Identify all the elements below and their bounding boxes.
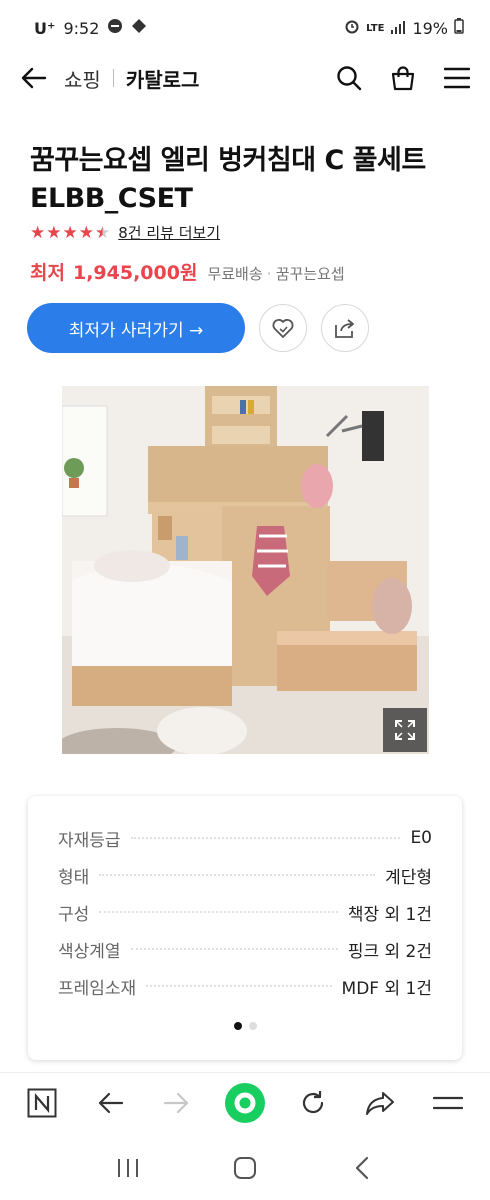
battery-label: 19% bbox=[412, 18, 448, 38]
spec-value: MDF 외 1건 bbox=[341, 978, 432, 999]
arrow-left-icon bbox=[98, 1092, 123, 1113]
heart-icon bbox=[272, 319, 294, 338]
pager-dot[interactable] bbox=[248, 1022, 257, 1030]
nav-shopping-link[interactable]: 쇼핑 bbox=[64, 64, 101, 93]
green-dot-icon bbox=[224, 1082, 265, 1123]
dotted-leader bbox=[99, 911, 338, 913]
nav-divider bbox=[112, 69, 114, 87]
spec-label: 자재등급 bbox=[58, 830, 121, 851]
product-title-line-2: ELBB_CSET bbox=[30, 183, 193, 214]
spec-value: 핑크 외 2건 bbox=[347, 941, 432, 962]
star-icon: ★ bbox=[30, 222, 46, 243]
alarm-icon bbox=[344, 18, 360, 38]
share-button[interactable] bbox=[321, 304, 369, 352]
green-dot-button[interactable] bbox=[223, 1081, 267, 1125]
rating-row: ★ ★ ★ ★ ★ 8건 리뷰 더보기 bbox=[30, 222, 220, 243]
star-icon: ★ bbox=[62, 222, 78, 243]
spec-value: E0 bbox=[410, 828, 432, 848]
messenger-icon bbox=[131, 18, 147, 38]
spec-pager bbox=[28, 1022, 462, 1030]
price-row: 최저 1,945,000원 무료배송 · 꿈꾸는요셉 bbox=[30, 258, 345, 285]
star-icon: ★ bbox=[46, 222, 62, 243]
wishlist-button[interactable] bbox=[259, 304, 307, 352]
battery-icon bbox=[454, 18, 464, 38]
product-title-line-1: 꿈꾸는요셉 엘리 벙커침대 C 풀세트 bbox=[30, 145, 426, 176]
seller-name: 꿈꾸는요셉 bbox=[275, 265, 345, 283]
fullscreen-button[interactable] bbox=[383, 708, 427, 752]
browser-share-button[interactable] bbox=[358, 1081, 402, 1125]
share-icon bbox=[335, 319, 354, 338]
lowest-price-label: 최저 bbox=[30, 262, 65, 284]
double-bar-menu-icon bbox=[433, 1096, 464, 1109]
browser-back-button[interactable] bbox=[88, 1081, 132, 1125]
top-nav: 쇼핑 카탈로그 bbox=[0, 56, 490, 100]
spec-label: 색상계열 bbox=[58, 941, 121, 962]
buy-lowest-price-button[interactable]: 최저가 사러가기 → bbox=[27, 303, 245, 353]
back-arrow-icon bbox=[21, 67, 47, 89]
star-icon: ★ bbox=[78, 222, 94, 243]
chevron-left-icon bbox=[355, 1156, 368, 1180]
half-star-icon: ★ bbox=[95, 222, 111, 243]
system-back-button[interactable] bbox=[340, 1146, 384, 1190]
network-label: LTE bbox=[366, 22, 385, 34]
spec-value: 책장 외 1건 bbox=[347, 904, 432, 925]
clock: 9:52 bbox=[63, 18, 100, 38]
cart-button[interactable] bbox=[386, 61, 420, 95]
search-icon bbox=[337, 66, 362, 91]
spec-label: 구성 bbox=[58, 904, 90, 925]
recent-apps-icon bbox=[118, 1159, 139, 1177]
spec-label: 형태 bbox=[58, 867, 90, 888]
refresh-icon bbox=[302, 1090, 323, 1113]
expand-icon bbox=[395, 720, 415, 740]
spec-row: 색상계열 핑크 외 2건 bbox=[58, 937, 432, 962]
dotted-leader bbox=[99, 874, 376, 876]
shipping-info: 무료배송 bbox=[207, 265, 263, 283]
star-rating: ★ ★ ★ ★ ★ bbox=[30, 223, 110, 243]
home-icon bbox=[233, 1157, 256, 1179]
carrier-label: U⁺ bbox=[34, 18, 56, 38]
shopping-bag-icon bbox=[391, 66, 415, 91]
share-arrow-icon bbox=[366, 1091, 395, 1115]
spec-label: 프레임소재 bbox=[58, 978, 137, 999]
review-more-link[interactable]: 8건 리뷰 더보기 bbox=[118, 222, 220, 243]
status-bar: U⁺ 9:52 LTE 19% bbox=[0, 0, 490, 56]
naver-home-button[interactable] bbox=[20, 1081, 64, 1125]
pager-dot-active[interactable] bbox=[233, 1022, 242, 1030]
home-button[interactable] bbox=[223, 1146, 267, 1190]
browser-menu-button[interactable] bbox=[426, 1081, 470, 1125]
signal-icon bbox=[390, 19, 406, 38]
spec-row: 형태 계단형 bbox=[58, 863, 432, 888]
product-image[interactable] bbox=[62, 386, 429, 754]
hamburger-menu-icon bbox=[444, 67, 470, 89]
spec-card: 자재등급 E0 형태 계단형 구성 책장 외 1건 색상계열 핑크 외 2건 프… bbox=[28, 796, 462, 1060]
meta-separator: · bbox=[266, 264, 272, 283]
notification-icon bbox=[107, 18, 123, 38]
dotted-leader bbox=[130, 837, 401, 839]
search-button[interactable] bbox=[332, 61, 366, 95]
spec-row: 구성 책장 외 1건 bbox=[58, 900, 432, 925]
nav-catalog-title: 카탈로그 bbox=[125, 67, 200, 92]
menu-button[interactable] bbox=[440, 61, 474, 95]
browser-toolbar bbox=[0, 1072, 490, 1132]
naver-n-icon bbox=[27, 1088, 57, 1117]
system-navigation-bar bbox=[0, 1140, 490, 1196]
dotted-leader bbox=[146, 985, 332, 987]
spec-value: 계단형 bbox=[385, 867, 432, 888]
back-button[interactable] bbox=[16, 61, 50, 95]
cta-row: 최저가 사러가기 → bbox=[27, 303, 369, 353]
bunk-bed-photo bbox=[62, 386, 429, 754]
product-title: 꿈꾸는요셉 엘리 벙커침대 C 풀세트 ELBB_CSET bbox=[30, 142, 460, 218]
dotted-leader bbox=[130, 948, 338, 950]
browser-forward-button[interactable] bbox=[155, 1081, 199, 1125]
recent-apps-button[interactable] bbox=[106, 1146, 150, 1190]
price-value: 1,945,000원 bbox=[72, 262, 198, 284]
spec-row: 자재등급 E0 bbox=[58, 826, 432, 851]
arrow-right-icon bbox=[164, 1092, 189, 1113]
refresh-button[interactable] bbox=[291, 1081, 335, 1125]
spec-row: 프레임소재 MDF 외 1건 bbox=[58, 974, 432, 999]
